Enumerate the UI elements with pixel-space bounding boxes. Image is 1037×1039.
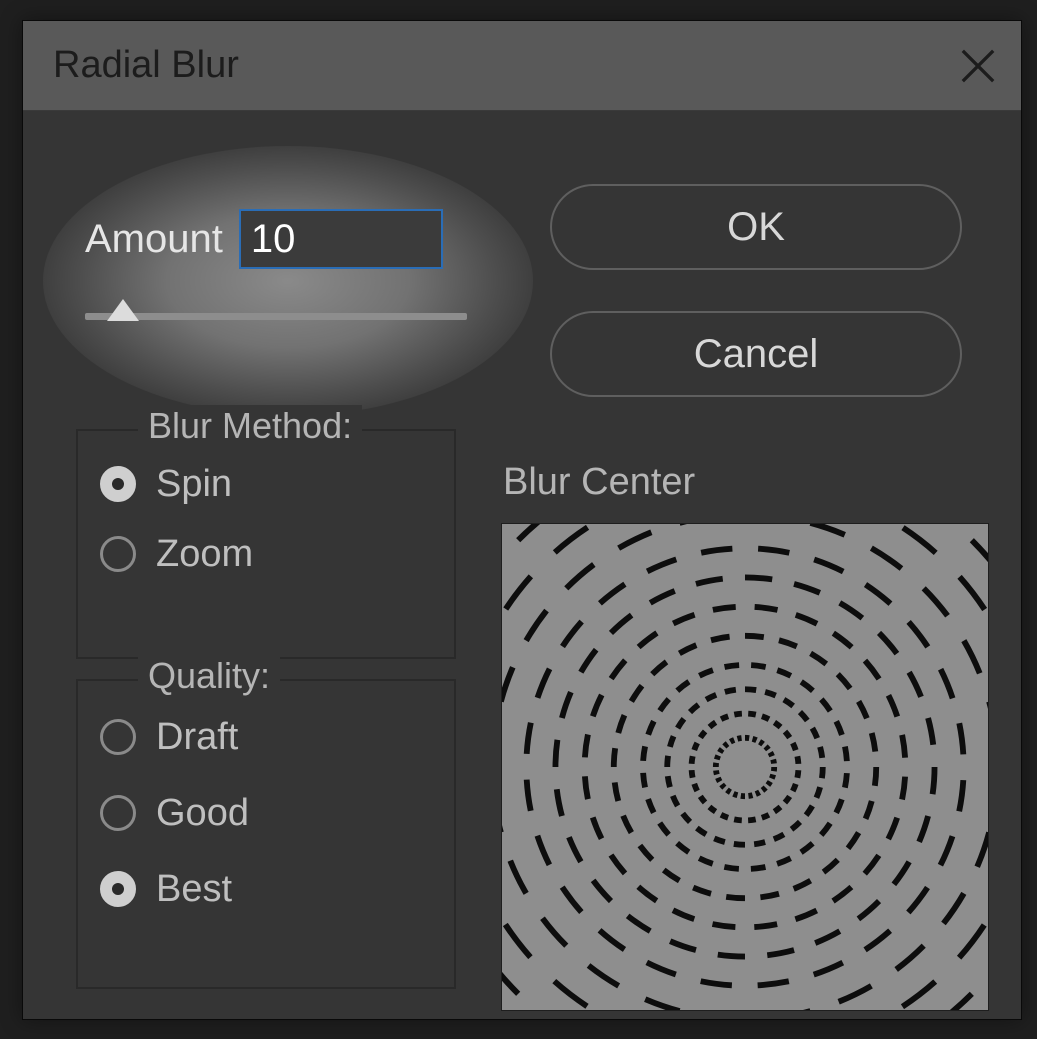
ok-button[interactable]: OK (550, 184, 962, 270)
radio-icon (100, 466, 136, 502)
dialog-title: Radial Blur (53, 44, 239, 87)
cancel-button[interactable]: Cancel (550, 311, 962, 397)
radio-label: Spin (156, 463, 232, 506)
blur-center-preview[interactable] (501, 523, 989, 1011)
radio-good[interactable]: Good (100, 775, 432, 851)
close-icon (959, 47, 997, 85)
blur-method-group: Blur Method: Spin Zoom (76, 429, 456, 659)
amount-input[interactable] (239, 209, 443, 269)
radio-best[interactable]: Best (100, 851, 432, 927)
slider-track (85, 313, 467, 320)
radio-label: Draft (156, 716, 238, 759)
close-button[interactable] (959, 47, 997, 85)
dialog-body: Amount OK Cancel Blur Method: Spin Zoom (23, 111, 1021, 1019)
radio-spin[interactable]: Spin (100, 449, 432, 519)
blur-center-label: Blur Center (503, 461, 695, 504)
radial-blur-dialog: Radial Blur Amount OK Cancel Blur Method… (22, 20, 1022, 1020)
highlight-glow (43, 146, 533, 416)
amount-label: Amount (85, 217, 223, 262)
radio-label: Zoom (156, 533, 253, 576)
blur-method-legend: Blur Method: (138, 405, 362, 447)
amount-row: Amount (85, 209, 443, 269)
radio-label: Good (156, 792, 249, 835)
radio-draft[interactable]: Draft (100, 699, 432, 775)
radio-icon (100, 719, 136, 755)
ok-button-label: OK (727, 205, 785, 250)
cancel-button-label: Cancel (694, 332, 819, 377)
quality-legend: Quality: (138, 655, 280, 697)
radio-icon (100, 536, 136, 572)
titlebar: Radial Blur (23, 21, 1021, 111)
radio-icon (100, 871, 136, 907)
radio-icon (100, 795, 136, 831)
amount-slider[interactable] (85, 301, 467, 329)
slider-thumb[interactable] (107, 299, 139, 321)
radio-zoom[interactable]: Zoom (100, 519, 432, 589)
quality-group: Quality: Draft Good Best (76, 679, 456, 989)
spin-preview-icon (502, 524, 988, 1010)
radio-label: Best (156, 868, 232, 911)
